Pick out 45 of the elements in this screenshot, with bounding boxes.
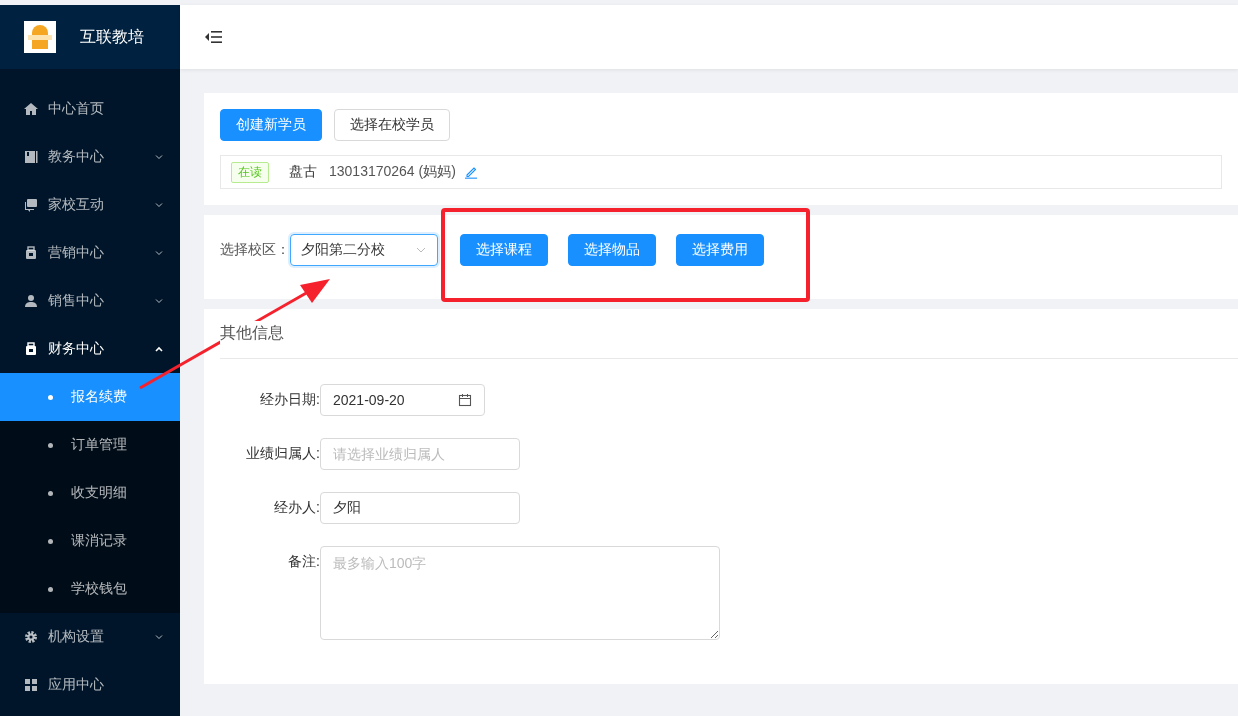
person-icon	[24, 294, 38, 308]
submenu-item[interactable]: 订单管理	[0, 421, 180, 469]
chevron-up-icon	[154, 344, 164, 354]
chevron-down-icon	[154, 296, 164, 306]
menu-item[interactable]: 教务中心	[0, 133, 180, 181]
input-field[interactable]: 夕阳	[320, 492, 520, 524]
brand-name: 互联教培	[80, 26, 144, 47]
chevron-down-icon	[154, 248, 164, 258]
bag-icon	[24, 246, 38, 260]
gear-icon	[24, 630, 38, 644]
chevron-down-icon	[154, 200, 164, 210]
menu-item[interactable]: 销售中心	[0, 277, 180, 325]
menu-fold-icon	[204, 29, 222, 45]
edit-icon[interactable]	[463, 165, 478, 179]
field-label: 业绩归属人:	[245, 444, 320, 463]
menu-item[interactable]: 机构设置	[0, 613, 180, 661]
student-name: 盘古	[289, 163, 317, 181]
status-tag: 在读	[231, 161, 269, 183]
chevron-down-icon	[154, 632, 164, 642]
section-title: 其他信息	[220, 321, 284, 346]
student-phone: 13013170264 (妈妈)	[329, 163, 456, 181]
bag-icon	[24, 342, 38, 356]
student-button[interactable]: 选择在校学员	[334, 109, 450, 141]
menu-item[interactable]: 营销中心	[0, 229, 180, 277]
campus-select[interactable]: 夕阳第二分校	[290, 234, 438, 266]
input-field[interactable]: 请选择业绩归属人	[320, 438, 520, 470]
remark-field[interactable]: 最多输入100字	[320, 546, 720, 640]
submenu-item[interactable]: 课消记录	[0, 517, 180, 565]
menu-item[interactable]: 财务中心	[0, 325, 180, 373]
campus-label: 选择校区：	[220, 241, 290, 259]
field-label: 经办人:	[273, 498, 320, 517]
calendar-icon	[458, 393, 472, 407]
submenu-item[interactable]: 收支明细	[0, 469, 180, 517]
field-label: 经办日期:	[259, 390, 320, 409]
chevron-down-icon	[154, 152, 164, 162]
menu-item[interactable]: 家校互动	[0, 181, 180, 229]
chat-icon	[24, 198, 38, 212]
submenu-item[interactable]: 学校钱包	[0, 565, 180, 613]
field-label: 备注:	[287, 552, 320, 571]
home-icon	[24, 102, 38, 116]
date-field[interactable]: 2021-09-20	[320, 384, 485, 416]
menu-item[interactable]: 应用中心	[0, 661, 180, 709]
grid-icon	[24, 678, 38, 692]
book-icon	[24, 150, 38, 164]
menu-item[interactable]: 中心首页	[0, 85, 180, 133]
